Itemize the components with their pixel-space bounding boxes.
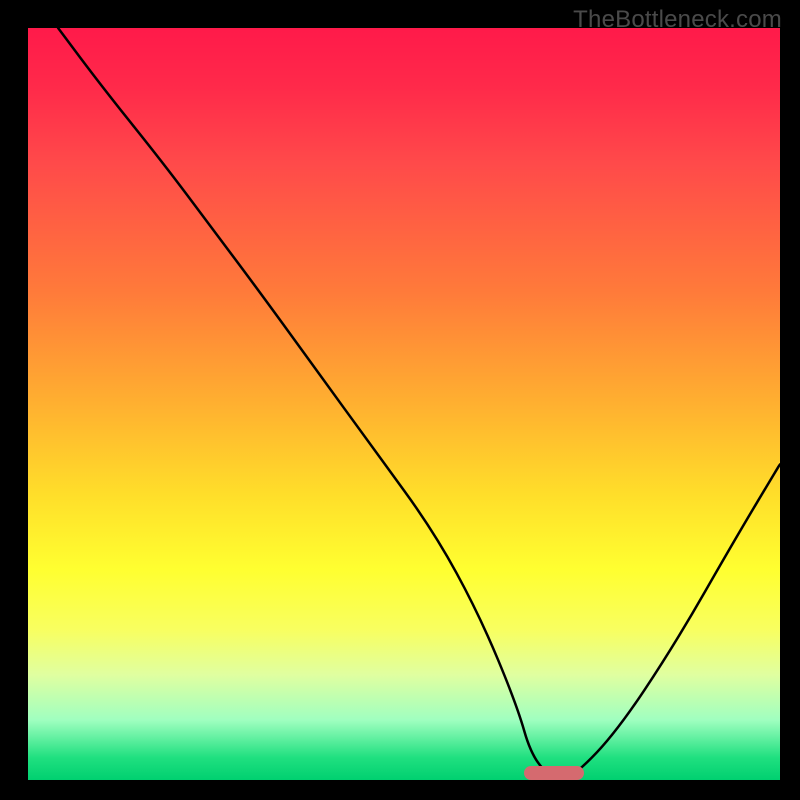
plot-area	[28, 28, 780, 780]
optimal-range-marker	[524, 766, 584, 780]
bottleneck-chart: TheBottleneck.com	[0, 0, 800, 800]
bottleneck-curve-path	[58, 28, 780, 780]
curve-layer	[28, 28, 780, 780]
